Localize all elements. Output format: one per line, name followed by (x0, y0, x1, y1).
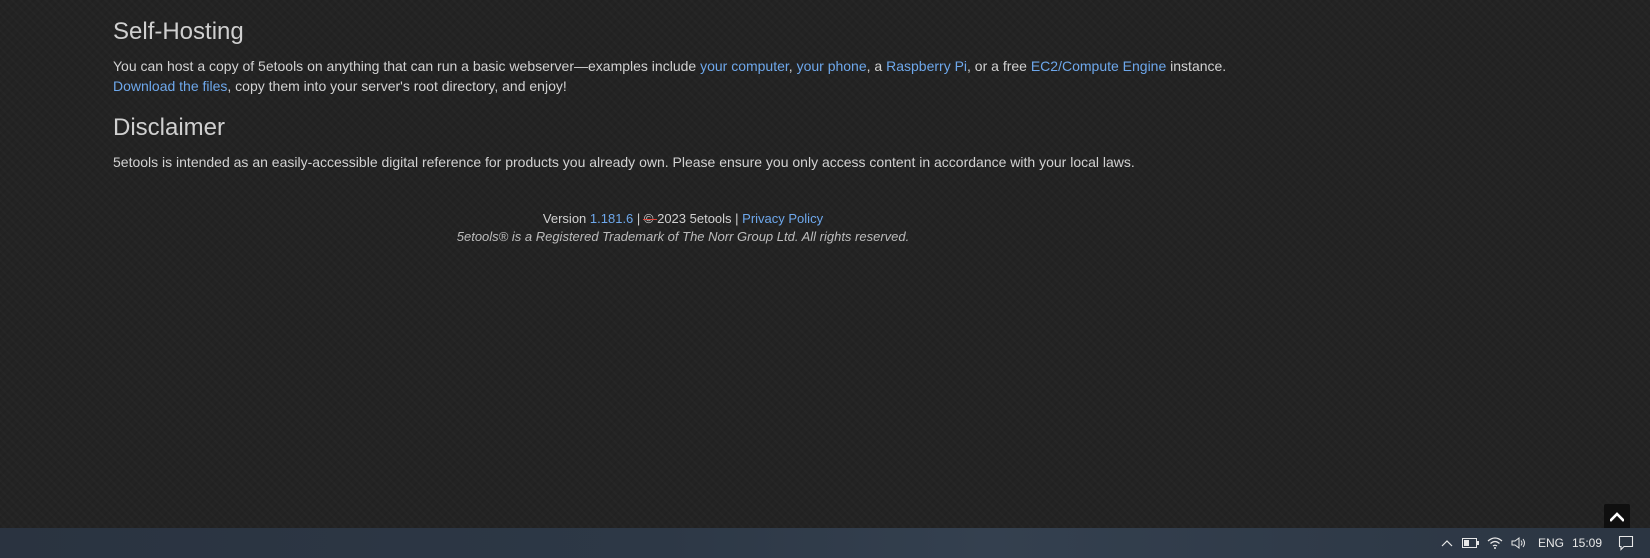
trademark-notice: 5etools® is a Registered Trademark of Th… (456, 229, 910, 244)
show-hidden-icons-button[interactable] (1436, 528, 1458, 558)
self-hosting-text-3: , copy them into your server's root dire… (227, 78, 567, 94)
network-button[interactable] (1484, 528, 1506, 558)
self-hosting-heading: Self-Hosting (113, 18, 244, 45)
disclaimer-paragraph: 5etools is intended as an easily-accessi… (113, 154, 1135, 170)
volume-icon (1511, 537, 1525, 549)
ec2-compute-engine-link[interactable]: EC2/Compute Engine (1031, 58, 1166, 74)
notification-center-button[interactable] (1614, 528, 1638, 558)
notification-icon (1618, 535, 1634, 551)
version-label: Version (542, 211, 590, 226)
wifi-icon (1487, 537, 1503, 549)
privacy-policy-link[interactable]: Privacy Policy (742, 211, 823, 226)
self-hosting-text-1: You can host a copy of 5etools on anythi… (113, 58, 701, 74)
windows-taskbar: ENG 15:09 (0, 528, 1650, 558)
download-files-link[interactable]: Download the files (113, 78, 227, 94)
your-phone-link[interactable]: your phone (797, 58, 867, 74)
sep-text: , a (866, 58, 887, 74)
chevron-up-icon (1610, 512, 1624, 522)
page-footer: Version 1.181.6 | © 2023 5etools | Priva… (113, 210, 1253, 246)
version-link[interactable]: 1.181.6 (590, 211, 633, 226)
chevron-up-icon (1441, 540, 1453, 547)
copyright-symbol: © (643, 211, 654, 226)
sep-text: , (788, 58, 797, 74)
sep-text: , or a free (967, 58, 1031, 74)
raspberry-pi-link[interactable]: Raspberry Pi (886, 58, 967, 74)
disclaimer-heading: Disclaimer (113, 114, 226, 141)
clock[interactable]: 15:09 (1570, 528, 1604, 558)
battery-button[interactable] (1460, 528, 1482, 558)
version-row: Version 1.181.6 | © 2023 5etools | Priva… (113, 210, 1253, 228)
battery-icon (1462, 538, 1479, 548)
self-hosting-paragraph: You can host a copy of 5etools on anythi… (113, 56, 1313, 96)
self-hosting-text-2: instance. (1166, 58, 1227, 74)
scroll-to-top-button[interactable] (1604, 504, 1630, 530)
volume-button[interactable] (1508, 528, 1530, 558)
copyright-text: 2023 5etools | (653, 211, 743, 226)
language-indicator[interactable]: ENG (1536, 528, 1566, 558)
your-computer-link[interactable]: your computer (700, 58, 789, 74)
